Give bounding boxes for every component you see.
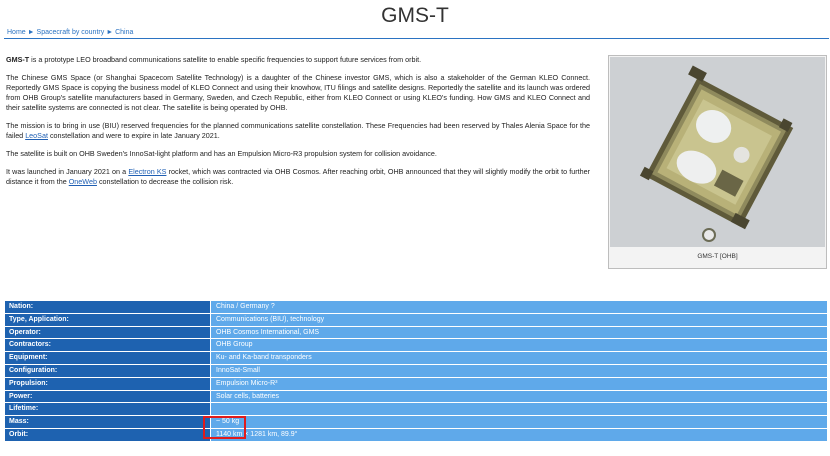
row-value: China / Germany ? [211,301,827,314]
launch-paragraph: It was launched in January 2021 on a Ele… [6,167,590,186]
breadcrumb-china[interactable]: China [115,29,133,36]
breadcrumb-spacecraft-by-country[interactable]: Spacecraft by country [37,29,105,36]
row-value: Communications (BIU), technology [211,313,827,327]
platform-paragraph: The satellite is built on OHB Sweden's I… [6,149,437,158]
table-row-type: Type, Application: Communications (BIU), … [5,313,827,327]
breadcrumb-separator-icon: ► [27,29,35,36]
row-value [211,403,827,417]
row-label: Orbit: [5,428,211,442]
mission-paragraph: The mission is to bring in use (BIU) res… [6,121,590,140]
row-value: InnoSat-Small [211,364,827,378]
row-value: Ku- and Ka-band transponders [211,352,827,365]
spec-table: Nation: China / Germany ? Type, Applicati… [5,301,827,442]
row-label: Operator: [5,326,211,340]
row-label: Configuration: [5,364,211,378]
electron-ks-link[interactable]: Electron KS [128,167,166,176]
oneweb-link[interactable]: OneWeb [69,177,97,186]
table-row-propulsion: Propulsion: Empulsion Micro-R³ [5,377,827,391]
satellite-figure: GMS-T [OHB] [608,55,827,269]
row-label: Equipment: [5,352,211,365]
row-value: OHB Cosmos International, GMS [211,326,827,340]
background-paragraph: The Chinese GMS Space (or Shanghai Space… [6,73,590,112]
row-label: Type, Application: [5,313,211,327]
row-label: Mass: [5,416,211,429]
mass-highlight-box [203,416,246,439]
table-row-nation: Nation: China / Germany ? [5,301,827,314]
row-value: OHB Group [211,339,827,353]
table-row-orbit: Orbit: 1140 km × 1281 km, 89.9° [5,428,827,442]
row-label: Power: [5,390,211,404]
leosat-link[interactable]: LeoSat [25,131,48,140]
table-row-equipment: Equipment: Ku- and Ka-band transponders [5,352,827,365]
figure-caption: GMS-T [OHB] [697,253,738,260]
breadcrumb: Home ► Spacecraft by country ► China [4,28,829,39]
table-row-operator: Operator: OHB Cosmos International, GMS [5,326,827,340]
row-value: ~ 50 kg [211,416,827,429]
article-body: GMS-T is a prototype LEO broadband commu… [6,55,590,195]
table-row-lifetime: Lifetime: [5,403,827,417]
breadcrumb-home[interactable]: Home [7,29,26,36]
intro-paragraph: GMS-T is a prototype LEO broadband commu… [6,55,422,64]
table-row-contractors: Contractors: OHB Group [5,339,827,353]
row-label: Lifetime: [5,403,211,417]
row-value: Solar cells, batteries [211,390,827,404]
breadcrumb-separator-icon: ► [106,29,114,36]
row-label: Propulsion: [5,377,211,391]
satellite-image[interactable] [610,57,825,247]
table-row-mass: Mass: ~ 50 kg [5,416,827,429]
row-label: Nation: [5,301,211,314]
row-value: 1140 km × 1281 km, 89.9° [211,428,827,442]
row-value: Empulsion Micro-R³ [211,377,827,391]
table-row-configuration: Configuration: InnoSat-Small [5,364,827,378]
row-label: Contractors: [5,339,211,353]
table-row-power: Power: Solar cells, batteries [5,390,827,404]
satellite-name: GMS-T [6,55,30,64]
page-title: GMS-T [381,4,449,27]
